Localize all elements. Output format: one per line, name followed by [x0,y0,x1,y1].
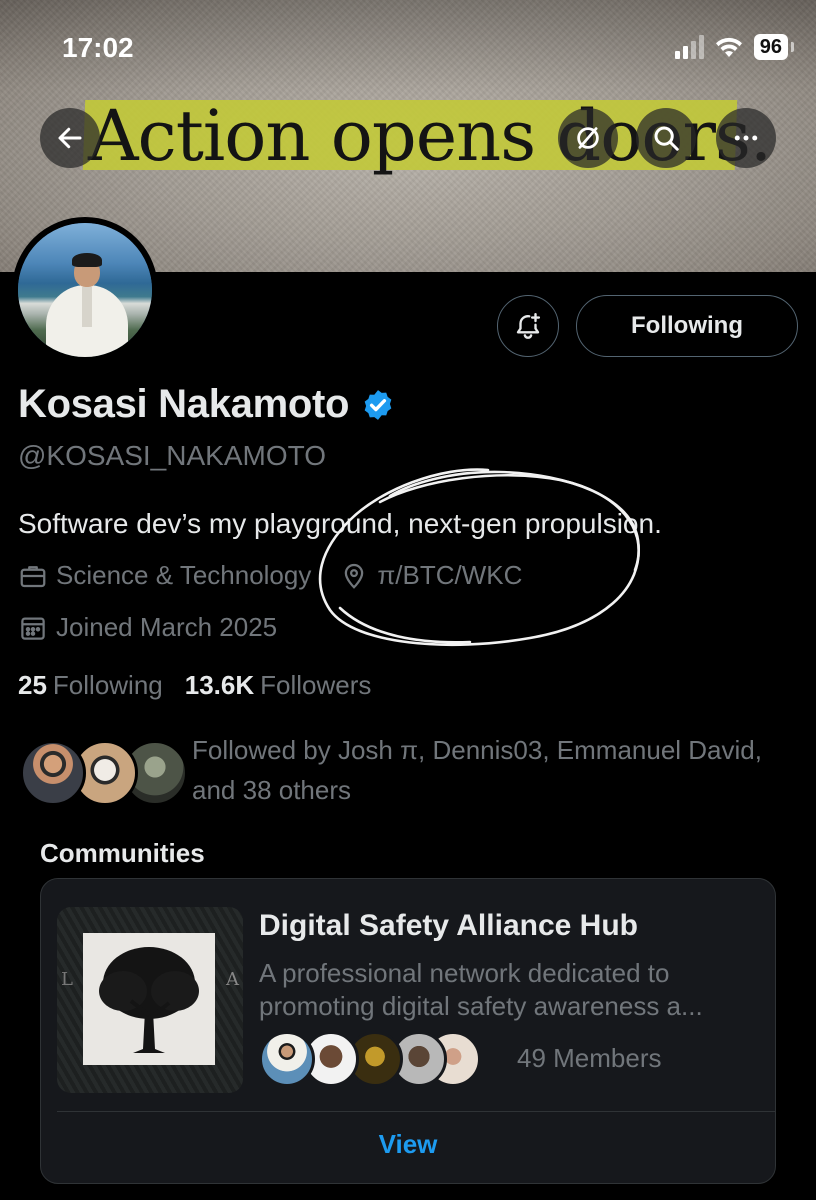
search-button[interactable] [636,108,696,168]
profile-name-row: Kosasi Nakamoto [18,382,395,427]
profile-location: π/BTC/WKC [377,560,523,590]
avatar [20,740,86,806]
location-pin-icon [339,561,369,591]
followed-by-avatars[interactable] [20,740,188,806]
back-button[interactable] [40,108,100,168]
community-description: A professional network dedicated to prom… [259,958,703,1021]
community-card[interactable]: L A Digital Safety Alliance Hub A profes… [40,878,776,1184]
following-count-link[interactable]: 25 Following [18,670,163,701]
community-thumbnail: L A [57,907,243,1093]
profile-handle: @KOSASI_NAKAMOTO [18,440,326,471]
avatar [259,1031,315,1087]
view-community-button[interactable]: View [41,1129,775,1160]
follow-counts: 25 Following 13.6K Followers [18,670,371,701]
profile-joined: Joined March 2025 [56,612,278,642]
communities-title: Communities [40,838,205,868]
community-name[interactable]: Digital Safety Alliance Hub [259,909,638,943]
notifications-button[interactable] [497,295,559,357]
calendar-icon [18,613,48,643]
followers-count-link[interactable]: 13.6K Followers [185,670,372,701]
briefcase-icon [18,561,48,591]
profile-avatar[interactable] [12,217,158,363]
more-horizontal-icon [734,135,758,141]
verified-badge-icon[interactable] [361,388,395,422]
followed-by-text[interactable]: Followed by Josh π, Dennis03, Emmanuel D… [192,730,772,810]
wifi-icon [715,37,742,57]
profile-bio: Software dev’s my playground, next-gen p… [18,508,662,539]
status-indicators: 96 [674,34,795,60]
slash-circle-icon [577,127,599,149]
arrow-left-icon [58,127,82,149]
profile-meta-row: Science & Technology π/BTC/WKC [18,560,522,591]
status-time: 17:02 [62,32,134,63]
cellular-signal-icon [674,35,704,59]
more-button[interactable] [716,108,776,168]
community-member-avatars [259,1031,481,1087]
search-icon [654,126,679,151]
following-button[interactable]: Following [576,295,798,357]
profile-joined-row: Joined March 2025 [18,612,277,643]
bell-plus-icon [516,312,541,339]
battery-icon: 96 [753,34,795,60]
tree-icon [99,947,199,1053]
grok-button[interactable] [558,108,618,168]
profile-name: Kosasi Nakamoto [18,382,350,426]
community-member-count: 49 Members [517,1043,662,1073]
profile-category: Science & Technology [56,560,312,590]
